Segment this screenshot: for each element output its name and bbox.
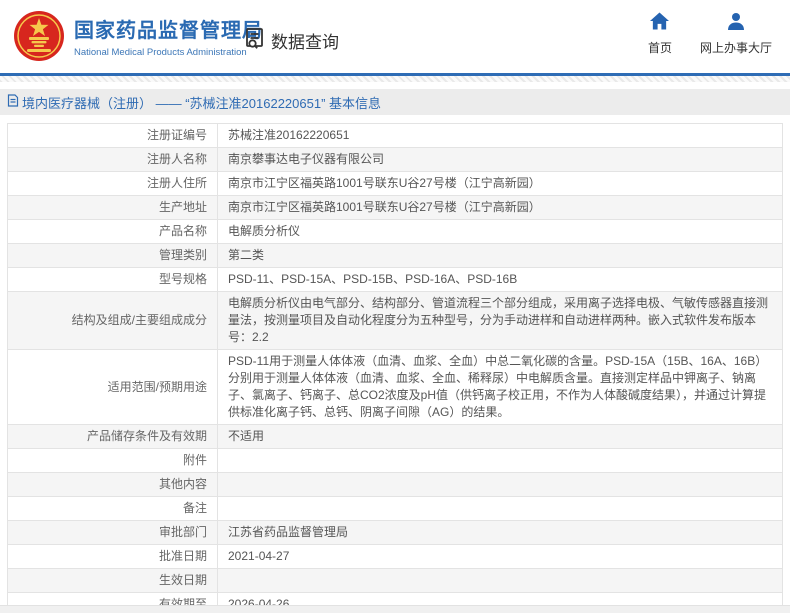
table-row: 备注 — [8, 497, 783, 521]
row-value: 苏械注准20162220651 — [218, 124, 783, 148]
table-row: 生效日期 — [8, 569, 783, 593]
row-label: 注册人名称 — [8, 148, 218, 172]
row-label: 附件 — [8, 449, 218, 473]
table-row: 适用范围/预期用途PSD-11用于测量人体体液（血清、血浆、全血）中总二氧化碳的… — [8, 350, 783, 425]
agency-name-cn: 国家药品监督管理局 — [74, 14, 263, 43]
row-value — [218, 497, 783, 521]
table-row: 批准日期2021-04-27 — [8, 545, 783, 569]
row-label: 型号规格 — [8, 268, 218, 292]
table-row: 注册人名称南京攀事达电子仪器有限公司 — [8, 148, 783, 172]
row-value: PSD-11、PSD-15A、PSD-15B、PSD-16A、PSD-16B — [218, 268, 783, 292]
table-row: 审批部门江苏省药品监督管理局 — [8, 521, 783, 545]
data-query-icon — [243, 26, 267, 55]
agency-name-en: National Medical Products Administration — [74, 47, 263, 58]
row-label: 注册证编号 — [8, 124, 218, 148]
row-value — [218, 473, 783, 497]
registration-info-table-wrap: 注册证编号苏械注准20162220651注册人名称南京攀事达电子仪器有限公司注册… — [7, 123, 783, 613]
table-row: 注册证编号苏械注准20162220651 — [8, 124, 783, 148]
row-value: 南京市江宁区福英路1001号联东U谷27号楼（江宁高新园） — [218, 172, 783, 196]
table-row: 型号规格PSD-11、PSD-15A、PSD-15B、PSD-16A、PSD-1… — [8, 268, 783, 292]
row-label: 其他内容 — [8, 473, 218, 497]
top-nav: 首页 网上办事大厅 — [648, 12, 772, 56]
row-value: 电解质分析仪 — [218, 220, 783, 244]
row-value: 第二类 — [218, 244, 783, 268]
row-value: PSD-11用于测量人体体液（血清、血浆、全血）中总二氧化碳的含量。PSD-15… — [218, 350, 783, 425]
row-label: 管理类别 — [8, 244, 218, 268]
row-value — [218, 569, 783, 593]
row-value: 不适用 — [218, 425, 783, 449]
data-query-label: 数据查询 — [271, 28, 339, 53]
table-row: 结构及组成/主要组成成分电解质分析仪由电气部分、结构部分、管道流程三个部分组成，… — [8, 292, 783, 350]
agency-brand: 国家药品监督管理局 National Medical Products Admi… — [74, 14, 263, 58]
national-emblem-icon — [13, 10, 65, 62]
hatch-strip — [0, 76, 790, 82]
document-icon — [7, 94, 19, 110]
row-label: 备注 — [8, 497, 218, 521]
row-label: 审批部门 — [8, 521, 218, 545]
row-label: 批准日期 — [8, 545, 218, 569]
home-icon — [650, 12, 669, 35]
row-value: 南京攀事达电子仪器有限公司 — [218, 148, 783, 172]
table-row: 注册人住所南京市江宁区福英路1001号联东U谷27号楼（江宁高新园） — [8, 172, 783, 196]
nav-home-label: 首页 — [648, 39, 672, 56]
row-label: 结构及组成/主要组成成分 — [8, 292, 218, 350]
table-row: 产品名称电解质分析仪 — [8, 220, 783, 244]
data-query-section: 数据查询 — [243, 26, 339, 55]
table-row: 生产地址南京市江宁区福英路1001号联东U谷27号楼（江宁高新园） — [8, 196, 783, 220]
row-label: 产品储存条件及有效期 — [8, 425, 218, 449]
registration-info-table: 注册证编号苏械注准20162220651注册人名称南京攀事达电子仪器有限公司注册… — [7, 123, 783, 613]
breadcrumb-text: 境内医疗器械（注册） —— “苏械注准20162220651” 基本信息 — [22, 93, 381, 112]
row-value — [218, 449, 783, 473]
page-header: 国家药品监督管理局 National Medical Products Admi… — [0, 0, 790, 73]
row-value: 2021-04-27 — [218, 545, 783, 569]
row-label: 适用范围/预期用途 — [8, 350, 218, 425]
table-row: 附件 — [8, 449, 783, 473]
nav-service-hall-label: 网上办事大厅 — [700, 39, 772, 56]
breadcrumb-bar: 境内医疗器械（注册） —— “苏械注准20162220651” 基本信息 — [0, 89, 790, 115]
breadcrumb: 境内医疗器械（注册） —— “苏械注准20162220651” 基本信息 — [7, 93, 381, 112]
row-label: 生效日期 — [8, 569, 218, 593]
nav-home[interactable]: 首页 — [648, 12, 672, 56]
row-label: 生产地址 — [8, 196, 218, 220]
table-row: 管理类别第二类 — [8, 244, 783, 268]
nav-service-hall[interactable]: 网上办事大厅 — [700, 12, 772, 56]
row-label: 产品名称 — [8, 220, 218, 244]
row-value: 江苏省药品监督管理局 — [218, 521, 783, 545]
table-row: 其他内容 — [8, 473, 783, 497]
info-table-body: 注册证编号苏械注准20162220651注册人名称南京攀事达电子仪器有限公司注册… — [8, 124, 783, 613]
row-label: 注册人住所 — [8, 172, 218, 196]
row-value: 电解质分析仪由电气部分、结构部分、管道流程三个部分组成，采用离子选择电极、气敏传… — [218, 292, 783, 350]
person-icon — [727, 12, 745, 35]
table-row: 产品储存条件及有效期不适用 — [8, 425, 783, 449]
footer-strip — [0, 605, 790, 613]
row-value: 南京市江宁区福英路1001号联东U谷27号楼（江宁高新园） — [218, 196, 783, 220]
